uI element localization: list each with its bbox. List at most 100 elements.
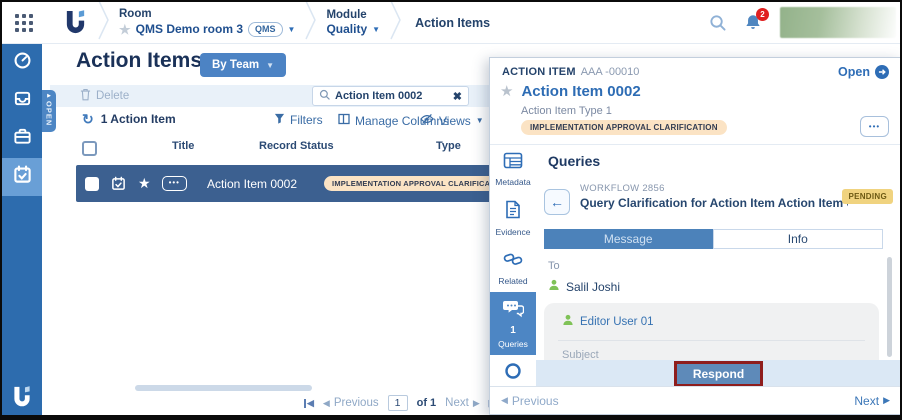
breadcrumb-chevron-icon (98, 0, 109, 45)
sidebar-item-inbox[interactable] (2, 82, 42, 120)
room-name: QMS Demo room 3 (136, 22, 243, 37)
list-search-field: ✖ (312, 86, 469, 106)
trash-icon (80, 88, 91, 104)
panel-tab-evidence[interactable]: Evidence (490, 193, 536, 243)
workflow-number-label: WORKFLOW 2856 (580, 183, 665, 194)
app-launcher-icon[interactable] (15, 14, 33, 32)
select-all-checkbox[interactable] (82, 141, 97, 156)
previous-page-button[interactable]: ◀ Previous (323, 397, 379, 409)
app-sidebar (2, 44, 42, 415)
user-icon (562, 314, 574, 329)
recipient-name: Salil Joshi (566, 280, 620, 294)
record-status-badge: IMPLEMENTATION APPROVAL CLARIFICATION (521, 120, 727, 135)
panel-tab-related[interactable]: Related (490, 243, 536, 292)
app-logo-icon[interactable] (63, 9, 88, 36)
search-input[interactable] (335, 90, 448, 102)
horizontal-scrollbar[interactable] (135, 385, 312, 391)
first-page-button[interactable]: ◀ (304, 398, 314, 409)
views-button[interactable]: Views ▼ (420, 113, 484, 128)
delete-button[interactable]: Delete (80, 88, 129, 104)
clear-search-icon[interactable]: ✖ (453, 90, 462, 103)
room-favorite-star-icon[interactable]: ★ (119, 22, 131, 38)
queries-panel: Queries ← WORKFLOW 2856 Query Clarificat… (536, 145, 901, 386)
sender-name: Editor User 01 (580, 316, 654, 328)
panel-tab-rail: Metadata Evidence Related (490, 145, 536, 386)
page-total-label: of 1 (417, 397, 437, 409)
filters-button[interactable]: Filters (274, 113, 323, 127)
columns-icon (338, 113, 350, 128)
workflow-circle-icon (504, 362, 522, 385)
record-favorite-star-icon[interactable]: ★ (500, 82, 513, 100)
previous-record-button[interactable]: ◀ Previous (501, 394, 559, 408)
sidebar-open-tab[interactable]: ▶ OPEN (42, 90, 56, 132)
metadata-icon (503, 152, 523, 174)
app-window: Room ★ QMS Demo room 3 QMS ▼ Module Qual… (0, 0, 902, 420)
breadcrumb-chevron-icon (305, 0, 316, 45)
record-more-button[interactable]: ••• (860, 116, 889, 137)
page-number-input[interactable] (388, 395, 408, 411)
workflow-title: Query Clarification for Action Item Acti… (580, 196, 848, 211)
by-team-button[interactable]: By Team ▼ (200, 53, 286, 77)
briefcase-icon (13, 127, 32, 151)
record-subtitle: Action Item Type 1 (521, 105, 612, 117)
row-checkbox[interactable] (85, 177, 99, 191)
room-selector[interactable]: Room ★ QMS Demo room 3 QMS ▼ (119, 7, 295, 38)
page-title: Action Items (76, 49, 202, 73)
evidence-icon (505, 200, 521, 224)
back-arrow-button[interactable]: ← (544, 189, 570, 215)
respond-bar: Respond (536, 360, 901, 386)
room-type-badge: QMS (248, 22, 283, 37)
open-tab-label: OPEN (45, 101, 54, 126)
refresh-icon[interactable]: ↻ (82, 113, 94, 125)
record-type-label: ACTION ITEM (502, 66, 576, 78)
vertical-scrollbar[interactable] (887, 257, 892, 357)
record-title: Action Item 0002 (521, 83, 640, 100)
prev-arrow-icon: ◀ (323, 398, 330, 409)
next-record-button[interactable]: Next ▶ (854, 394, 890, 408)
card-divider (558, 340, 865, 341)
sidebar-item-briefcase[interactable] (2, 120, 42, 158)
open-record-link[interactable]: Open (838, 65, 889, 79)
column-header-record-status: Record Status (259, 140, 334, 152)
search-icon[interactable] (709, 14, 726, 31)
row-calendar-icon[interactable] (111, 176, 126, 191)
sidebar-brand-icon (2, 385, 42, 409)
row-record-status-badge: IMPLEMENTATION APPROVAL CLARIFICATION (324, 176, 516, 191)
sidebar-item-action-items[interactable] (2, 158, 42, 196)
next-arrow-icon: ▶ (883, 395, 890, 406)
record-id: AAA -00010 (581, 66, 640, 78)
queries-chat-icon (502, 299, 524, 323)
user-profile-redacted[interactable] (780, 7, 896, 38)
tab-message[interactable]: Message (544, 229, 713, 249)
respond-button[interactable]: Respond (677, 364, 760, 384)
tab-info[interactable]: Info (713, 229, 884, 249)
queries-heading: Queries (548, 153, 600, 169)
query-tabs: Message Info (544, 229, 883, 249)
queries-count: 1 (510, 326, 516, 336)
module-caret-icon[interactable]: ▼ (372, 25, 380, 35)
room-caret-icon[interactable]: ▼ (288, 25, 296, 35)
module-name: Quality (326, 22, 367, 37)
pending-status-badge: PENDING (842, 189, 893, 204)
next-page-button[interactable]: Next ▶ (445, 397, 480, 409)
pagination: ◀ ◀ Previous of 1 Next ▶ ▶ (304, 395, 499, 411)
panel-tab-queries[interactable]: 1 Queries (490, 292, 536, 355)
row-more-button[interactable]: ••• (162, 176, 187, 191)
sidebar-item-dashboard[interactable] (2, 44, 42, 82)
inbox-icon (13, 89, 32, 113)
breadcrumb-page-title: Action Items (415, 16, 490, 30)
top-header: Room ★ QMS Demo room 3 QMS ▼ Module Qual… (2, 2, 900, 44)
notifications-bell-icon[interactable]: 2 (744, 13, 762, 32)
dashboard-icon (13, 51, 32, 75)
user-icon (548, 279, 560, 294)
row-title: Action Item 0002 (207, 177, 297, 191)
module-selector[interactable]: Module Quality ▼ (326, 8, 380, 37)
related-chain-icon (503, 250, 523, 273)
row-favorite-star-icon[interactable]: ★ (138, 175, 151, 192)
by-team-caret-icon: ▼ (266, 61, 274, 70)
panel-tab-metadata[interactable]: Metadata (490, 145, 536, 193)
panel-tab-workflow[interactable]: Workflow (490, 355, 536, 386)
eye-slash-icon (420, 113, 434, 128)
column-header-title: Title (172, 140, 194, 152)
open-tab-arrow-icon: ▶ (47, 93, 51, 99)
